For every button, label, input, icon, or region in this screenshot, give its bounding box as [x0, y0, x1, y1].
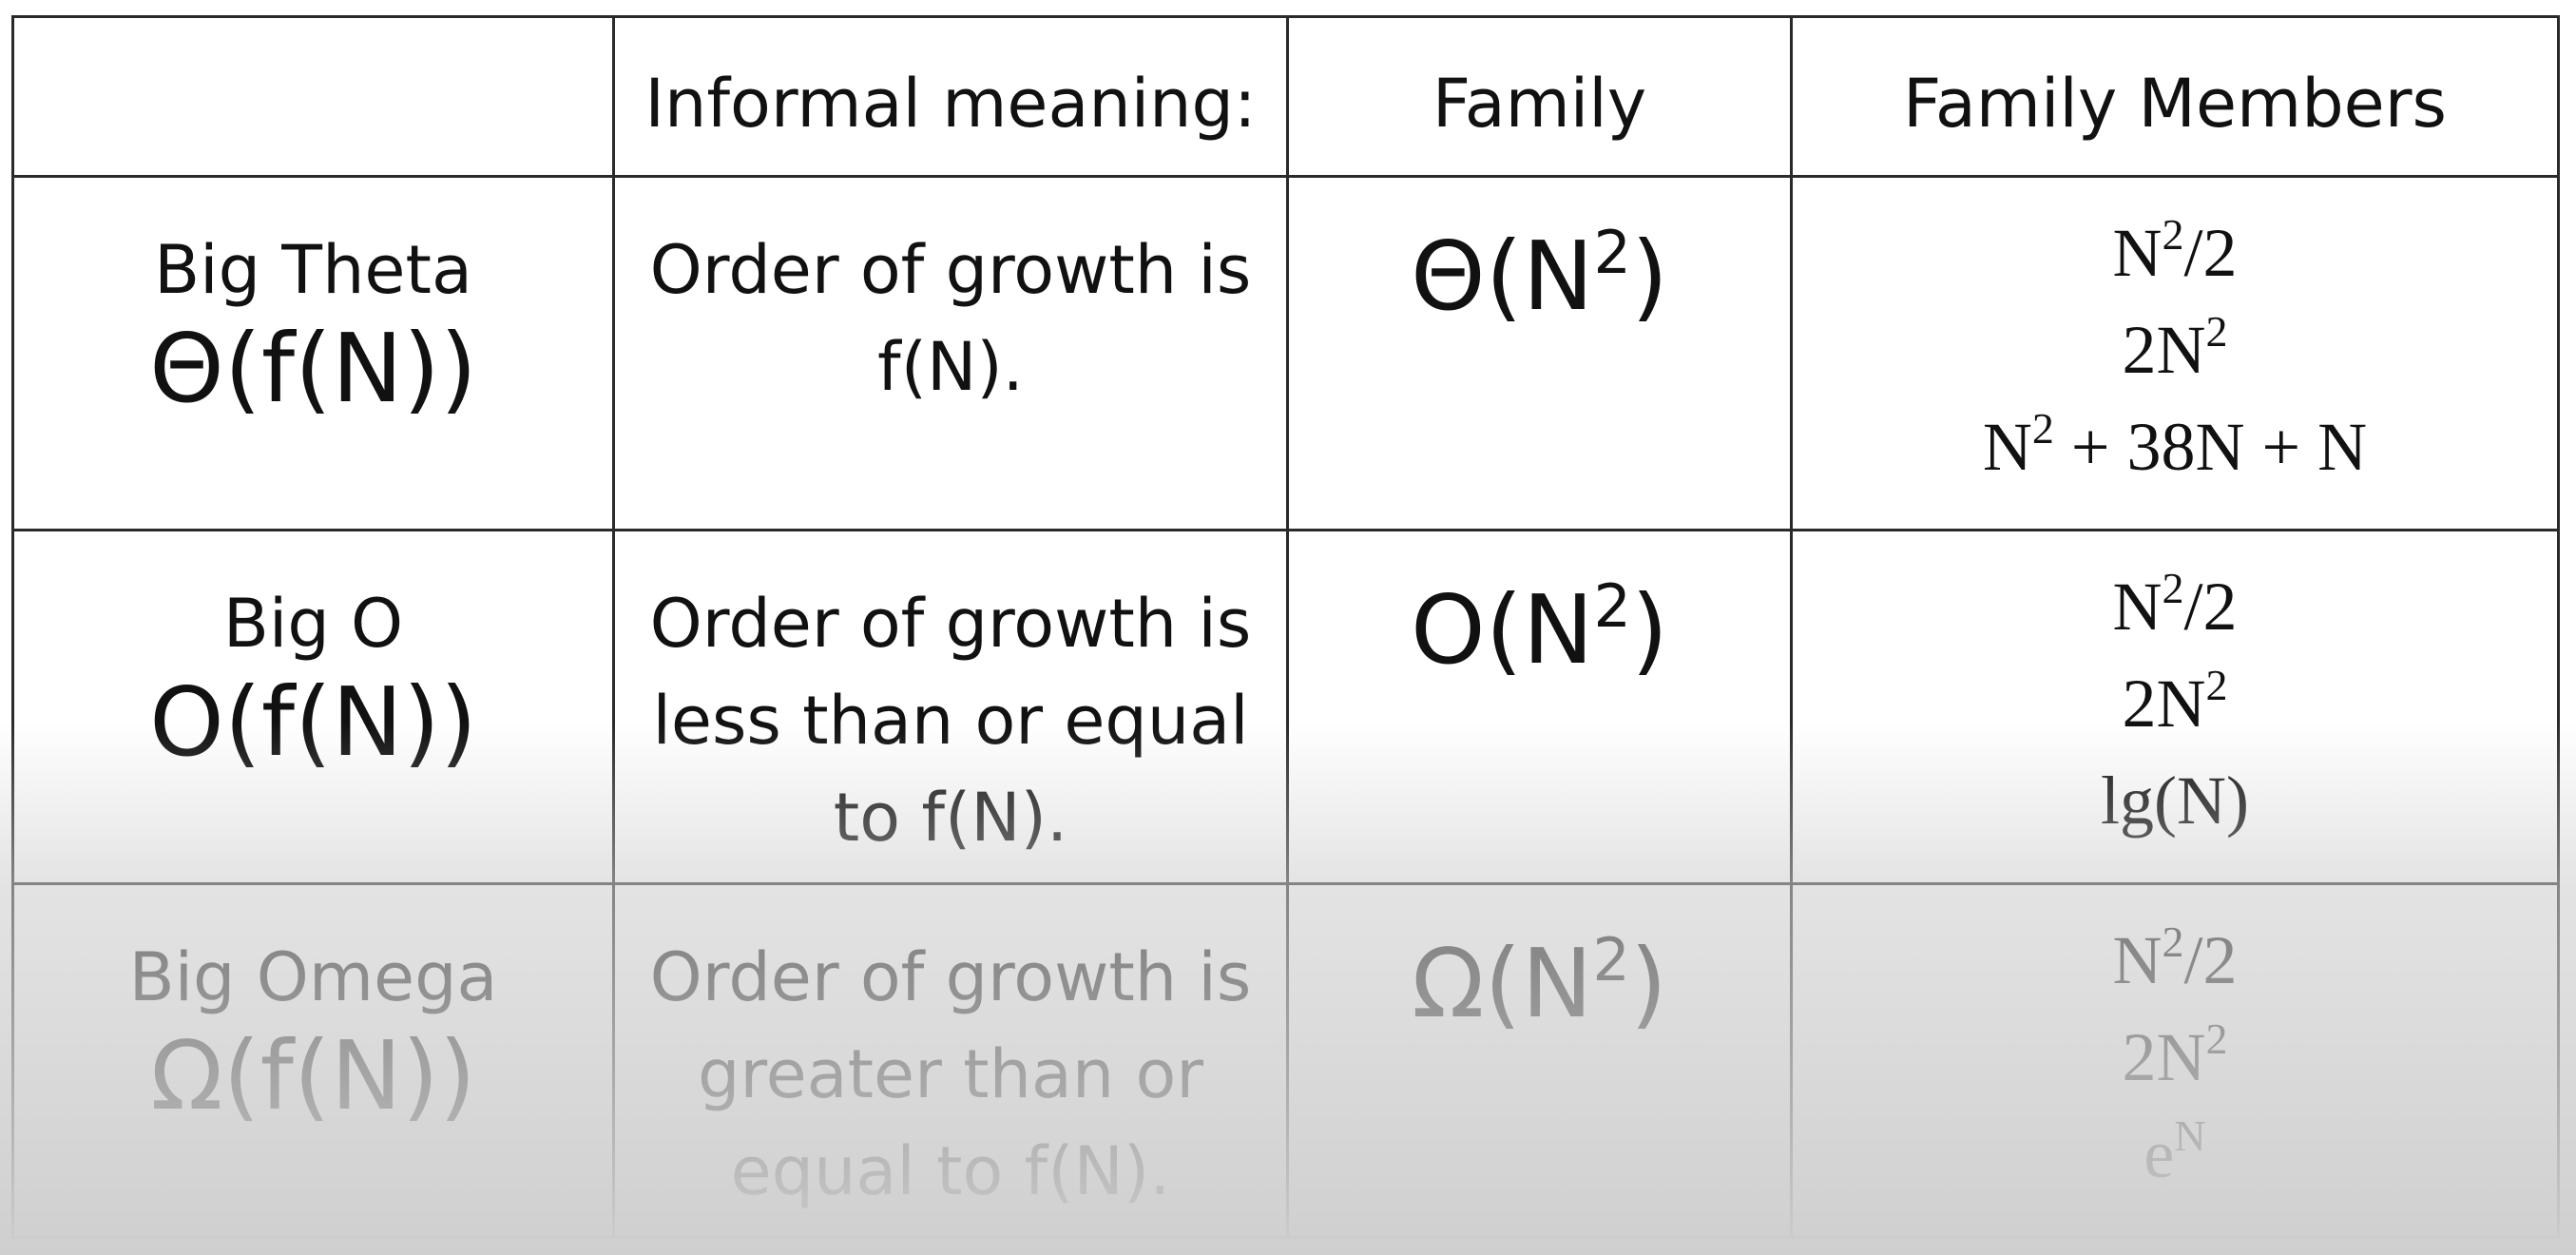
notation-name: Big Omega [128, 938, 498, 1016]
family-cell: Θ(N2) [1286, 175, 1793, 531]
family-exponent: 2 [1592, 925, 1630, 994]
family-cell: O(N2) [1286, 529, 1793, 885]
table-row-big-o: Big O O(f(N)) Order of growth is less th… [11, 529, 2560, 885]
header-family-members: Family Members [1790, 15, 2560, 178]
table-row-big-omega: Big Omega Ω(f(N)) Order of growth is gre… [11, 882, 2560, 1239]
family-member: 2N2 [1793, 655, 2557, 752]
notation-name: Big O [222, 585, 404, 663]
meaning-cell: Order of growth is f(N). [612, 175, 1289, 531]
member-term: N [1982, 409, 2032, 485]
meaning-text: Order of growth is less than or equal to… [649, 585, 1252, 857]
notation-cell: Big O O(f(N)) [11, 529, 615, 885]
family-close: ) [1630, 574, 1668, 685]
member-term: + 38N + N [2053, 409, 2368, 485]
table-row-big-theta: Big Theta Θ(f(N)) Order of growth is f(N… [11, 175, 2560, 531]
member-term: 2N [2122, 666, 2206, 742]
meaning-cell: Order of growth is greater than or equal… [612, 882, 1289, 1239]
header-row: Informal meaning: Family Family Members [11, 15, 2560, 178]
member-term: /2 [2183, 922, 2238, 998]
complexity-table-container: Informal meaning: Family Family Members … [11, 15, 2560, 1239]
member-exponent: N [2174, 1111, 2206, 1160]
member-term: e [2143, 1116, 2175, 1192]
family-exponent: 2 [1593, 218, 1631, 287]
meaning-text: Order of growth is f(N). [649, 231, 1252, 406]
family-base: Θ(N [1411, 221, 1594, 332]
member-term: 2N [2122, 1019, 2206, 1095]
notation-symbol: O(f(N)) [149, 666, 477, 778]
family-member: 2N2 [1793, 301, 2557, 398]
family-member: N2/2 [1793, 558, 2557, 655]
member-exponent: 2 [2205, 661, 2228, 709]
notation-name: Big Theta [154, 231, 472, 309]
family-cell: Ω(N2) [1286, 882, 1793, 1239]
family-exponent: 2 [1593, 571, 1631, 641]
members-list: N2/2 2N2 eN [1793, 885, 2557, 1203]
member-exponent: 2 [2205, 1014, 2228, 1063]
member-term: /2 [2183, 569, 2238, 645]
members-cell: N2/2 2N2 N2 + 38N + N [1790, 175, 2560, 531]
members-list: N2/2 2N2 lg(N) [1793, 531, 2557, 849]
member-exponent: 2 [2162, 917, 2184, 966]
member-term: N [2112, 215, 2163, 291]
header-family: Family [1286, 15, 1793, 178]
family-base: O(N [1411, 574, 1594, 685]
member-term: N [2112, 569, 2163, 645]
member-exponent: 2 [2162, 210, 2184, 259]
family-member: N2 + 38N + N [1793, 398, 2557, 495]
notation-symbol: Θ(f(N)) [149, 313, 477, 424]
family-base: Ω(N [1412, 928, 1593, 1039]
member-term: lg(N) [2101, 763, 2249, 839]
notation-cell: Big Omega Ω(f(N)) [11, 882, 615, 1239]
family-close: ) [1629, 928, 1667, 1039]
header-informal-meaning: Informal meaning: [612, 15, 1289, 178]
family-member: N2/2 [1793, 912, 2557, 1009]
family-member: 2N2 [1793, 1009, 2557, 1106]
family-expression: O(N2) [1289, 531, 1790, 687]
member-term: /2 [2183, 215, 2238, 291]
member-term: 2N [2122, 312, 2206, 388]
family-member: lg(N) [1793, 752, 2557, 849]
asymptotic-notation-table: Informal meaning: Family Family Members … [11, 15, 2560, 1239]
members-list: N2/2 2N2 N2 + 38N + N [1793, 178, 2557, 495]
family-member: N2/2 [1793, 204, 2557, 301]
meaning-cell: Order of growth is less than or equal to… [612, 529, 1289, 885]
notation-symbol: Ω(f(N)) [150, 1020, 476, 1131]
family-member: eN [1793, 1106, 2557, 1203]
family-expression: Θ(N2) [1289, 178, 1790, 334]
notation-cell: Big Theta Θ(f(N)) [11, 175, 615, 531]
header-empty-cell [11, 15, 615, 178]
family-expression: Ω(N2) [1289, 885, 1790, 1041]
members-cell: N2/2 2N2 eN [1790, 882, 2560, 1239]
member-exponent: 2 [2162, 564, 2184, 612]
member-exponent: 2 [2205, 307, 2228, 356]
meaning-text: Order of growth is greater than or equal… [649, 938, 1252, 1210]
members-cell: N2/2 2N2 lg(N) [1790, 529, 2560, 885]
member-term: N [2112, 922, 2163, 998]
family-close: ) [1630, 221, 1668, 332]
member-exponent: 2 [2031, 404, 2054, 453]
